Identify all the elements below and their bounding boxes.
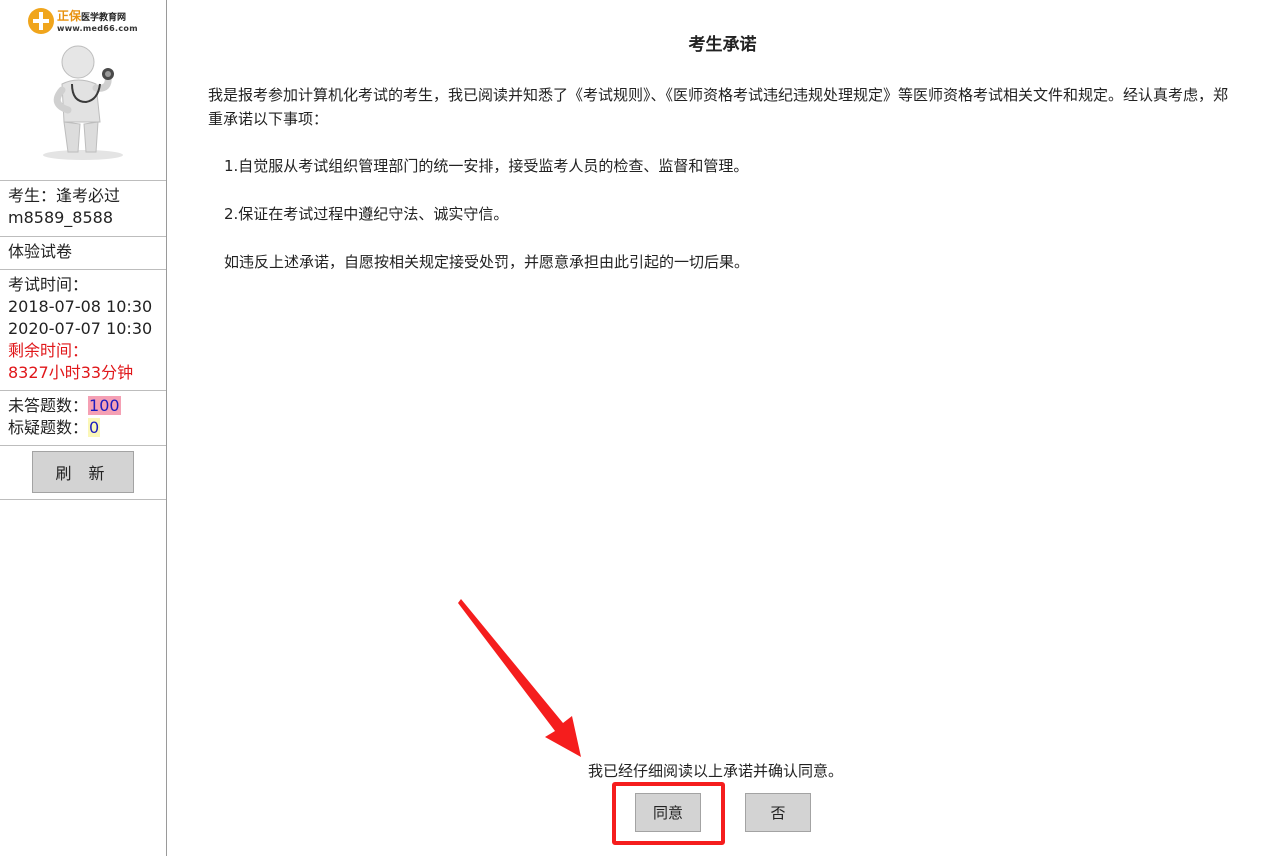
pledge-closing: 如违反上述承诺，自愿按相关规定接受处罚，并愿意承担由此引起的一切后果。: [224, 253, 750, 271]
logo-url: www.med66.com: [57, 23, 138, 33]
pledge-intro: 我是报考参加计算机化考试的考生，我已阅读并知悉了《考试规则》、《医师资格考试违纪…: [208, 86, 1229, 128]
unanswered-count-badge: 100: [88, 396, 121, 415]
paper-name: 体验试卷: [8, 242, 73, 261]
candidate-info: 考生：逢考必过 m8589_8588: [0, 180, 166, 236]
pledge-item-1: 1.自觉服从考试组织管理部门的统一安排，接受监考人员的检查、监督和管理。: [224, 157, 749, 175]
pledge-item-2: 2.保证在考试过程中遵纪守法、诚实守信。: [224, 205, 509, 223]
flagged-label: 标疑题数：: [8, 418, 89, 437]
flagged-count-badge: 0: [88, 418, 101, 437]
refresh-button[interactable]: 刷 新: [32, 451, 134, 493]
sidebar: 正保医学教育网 www.med66.com 考生：逢考必过 m8589_8588…: [0, 0, 167, 856]
exam-time-info: 考试时间： 2018-07-08 10:30 2020-07-07 10:30 …: [0, 269, 166, 390]
unanswered-label: 未答题数：: [8, 396, 89, 415]
exam-end-time: 2020-07-07 10:30: [8, 319, 153, 338]
decline-button[interactable]: 否: [745, 793, 811, 832]
exam-time-label: 考试时间：: [8, 275, 89, 294]
confirm-statement: 我已经仔细阅读以上承诺并确认同意。: [588, 762, 844, 780]
agree-button[interactable]: 同意: [635, 793, 701, 832]
remaining-time-label: 剩余时间：: [8, 341, 89, 360]
doctor-mascot-image: [28, 40, 138, 160]
remaining-time-value: 8327小时33分钟: [8, 363, 134, 382]
page-title: 考生承诺: [688, 35, 757, 55]
exam-start-time: 2018-07-08 10:30: [8, 297, 153, 316]
logo-brand: 正保: [57, 8, 82, 23]
annotation-arrow-icon: [458, 599, 581, 757]
paper-info: 体验试卷: [0, 236, 166, 269]
candidate-id: m8589_8588: [8, 208, 114, 227]
question-counts: 未答题数：100 标疑题数：0: [0, 390, 166, 445]
logo: 正保医学教育网 www.med66.com: [28, 6, 138, 36]
medical-logo-icon: [28, 8, 54, 34]
candidate-label: 考生：逢考必过: [8, 186, 121, 205]
logo-name: 医学教育网: [81, 12, 127, 23]
